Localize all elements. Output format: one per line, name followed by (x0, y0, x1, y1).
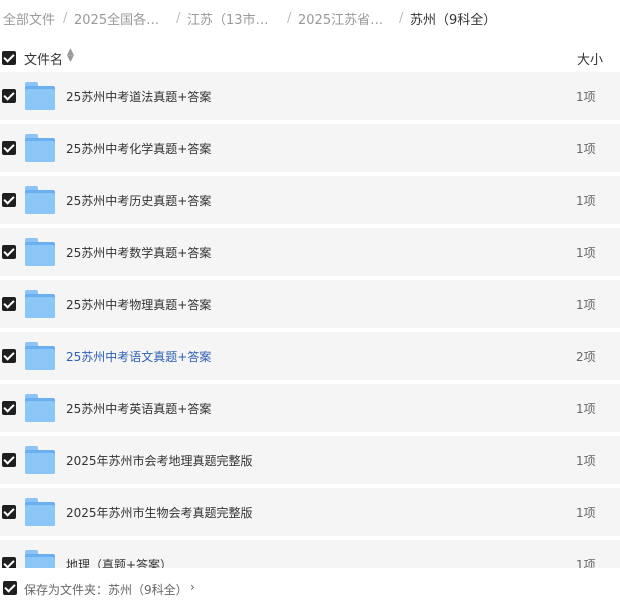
file-row[interactable]: 25苏州中考数学真题+答案 1项 (0, 228, 620, 276)
breadcrumb: 全部文件 / 2025全国各… / 江苏（13市… / 2025江苏省… / 苏… (0, 0, 620, 36)
file-size: 1项 (576, 454, 596, 468)
sort-icon[interactable]: ▲ ▼ (67, 48, 74, 64)
row-checkbox[interactable] (2, 453, 16, 467)
folder-icon (25, 394, 55, 422)
file-name[interactable]: 25苏州中考英语真题+答案 (66, 400, 211, 417)
file-name[interactable]: 2025年苏州市生物会考真题完整版 (66, 504, 253, 521)
folder-icon (25, 446, 55, 474)
save-as-folder-label[interactable]: 保存为文件夹：苏州（9科全） (24, 581, 188, 598)
row-checkbox[interactable] (2, 401, 16, 415)
file-name[interactable]: 2025年苏州市会考地理真题完整版 (66, 452, 253, 469)
file-size: 1项 (576, 142, 596, 156)
file-row[interactable]: 地理（真题+答案） 1项 (0, 540, 620, 568)
chevron-right-icon[interactable]: › (190, 580, 195, 594)
row-checkbox[interactable] (2, 349, 16, 363)
column-header-name[interactable]: 文件名 (24, 49, 63, 68)
folder-icon (25, 550, 55, 568)
file-row[interactable]: 2025年苏州市生物会考真题完整版 1项 (0, 488, 620, 536)
row-checkbox[interactable] (2, 245, 16, 259)
file-size: 1项 (576, 402, 596, 416)
row-checkbox[interactable] (2, 141, 16, 155)
breadcrumb-item-national[interactable]: 2025全国各… (74, 9, 159, 28)
folder-icon (25, 498, 55, 526)
folder-icon (25, 82, 55, 110)
file-name[interactable]: 25苏州中考化学真题+答案 (66, 140, 211, 157)
breadcrumb-separator: / (176, 10, 181, 26)
file-row[interactable]: 25苏州中考化学真题+答案 1项 (0, 124, 620, 172)
file-row[interactable]: 25苏州中考物理真题+答案 1项 (0, 280, 620, 328)
file-name[interactable]: 25苏州中考物理真题+答案 (66, 296, 211, 313)
file-row[interactable]: 2025年苏州市会考地理真题完整版 1项 (0, 436, 620, 484)
file-size: 1项 (576, 558, 596, 568)
file-name[interactable]: 25苏州中考历史真题+答案 (66, 192, 211, 209)
breadcrumb-separator: / (399, 10, 404, 26)
file-row[interactable]: 25苏州中考英语真题+答案 1项 (0, 384, 620, 432)
save-as-folder-checkbox[interactable] (3, 581, 17, 595)
file-row[interactable]: 25苏州中考历史真题+答案 1项 (0, 176, 620, 224)
breadcrumb-separator: / (287, 10, 292, 26)
breadcrumb-current: 苏州（9科全） (410, 12, 497, 28)
file-size: 1项 (576, 506, 596, 520)
folder-icon (25, 238, 55, 266)
row-checkbox[interactable] (2, 193, 16, 207)
file-name[interactable]: 25苏州中考语文真题+答案 (66, 348, 211, 365)
file-row[interactable]: 25苏州中考语文真题+答案 2项 (0, 332, 620, 380)
row-checkbox[interactable] (2, 89, 16, 103)
save-folder-bar: 保存为文件夹：苏州（9科全） › (0, 568, 620, 610)
row-checkbox[interactable] (2, 505, 16, 519)
folder-icon (25, 290, 55, 318)
row-checkbox[interactable] (2, 297, 16, 311)
file-name[interactable]: 地理（真题+答案） (66, 556, 172, 568)
folder-icon (25, 186, 55, 214)
file-size: 1项 (576, 246, 596, 260)
folder-icon (25, 134, 55, 162)
breadcrumb-separator: / (63, 10, 68, 26)
select-all-checkbox[interactable] (2, 51, 16, 65)
file-size: 2项 (576, 350, 596, 364)
file-size: 1项 (576, 90, 596, 104)
file-list: 25苏州中考道法真题+答案 1项 25苏州中考化学真题+答案 1项 25苏州中考… (0, 72, 620, 568)
file-list-header: 文件名 ▲ ▼ 大小 (0, 42, 620, 72)
folder-icon (25, 342, 55, 370)
file-name[interactable]: 25苏州中考道法真题+答案 (66, 88, 211, 105)
breadcrumb-item-jiangsu-2025[interactable]: 2025江苏省… (298, 9, 383, 28)
breadcrumb-item-jiangsu[interactable]: 江苏（13市… (187, 9, 269, 28)
file-size: 1项 (576, 194, 596, 208)
row-checkbox[interactable] (2, 557, 16, 568)
column-header-size: 大小 (577, 53, 604, 68)
file-size: 1项 (576, 298, 596, 312)
file-row[interactable]: 25苏州中考道法真题+答案 1项 (0, 72, 620, 120)
breadcrumb-item-all-files[interactable]: 全部文件 (3, 9, 55, 28)
file-name[interactable]: 25苏州中考数学真题+答案 (66, 244, 211, 261)
